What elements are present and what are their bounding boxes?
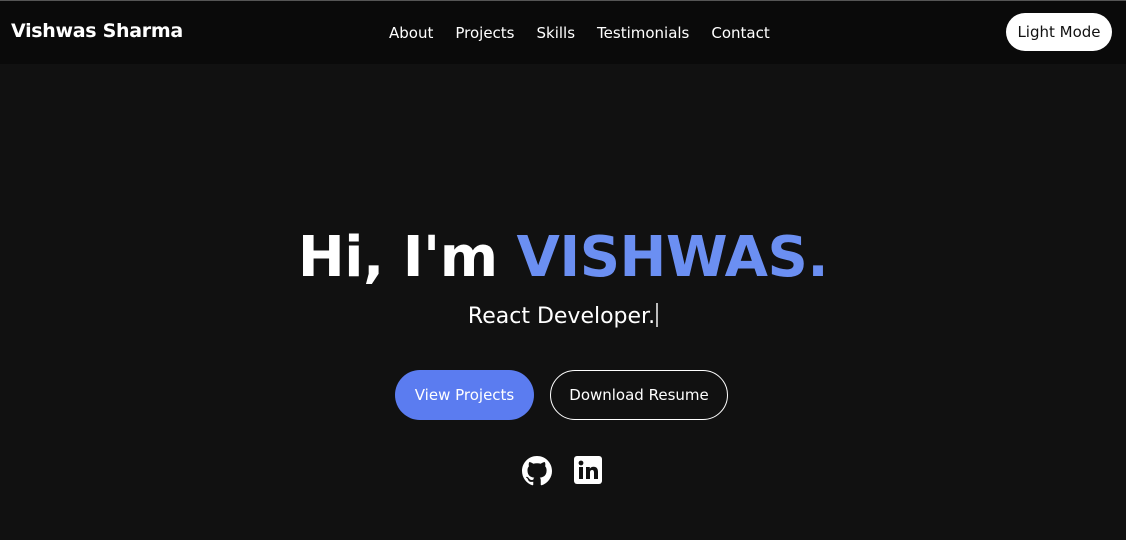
hero-role-text: React Developer. <box>467 304 656 329</box>
brand-logo-text[interactable]: Vishwas Sharma <box>11 20 183 42</box>
hero-title: Hi, I'm VISHWAS. <box>0 224 1126 292</box>
github-icon[interactable] <box>522 456 552 486</box>
linkedin-icon[interactable] <box>574 456 604 486</box>
nav-link-projects[interactable]: Projects <box>455 24 514 42</box>
hero-name: VISHWAS. <box>516 225 829 290</box>
nav-link-about[interactable]: About <box>389 24 433 42</box>
hero-greeting: Hi, I'm <box>297 225 517 290</box>
nav-link-contact[interactable]: Contact <box>711 24 769 42</box>
download-resume-button[interactable]: Download Resume <box>550 370 728 420</box>
nav-link-testimonials[interactable]: Testimonials <box>597 24 689 42</box>
site-header: Vishwas Sharma About Projects Skills Tes… <box>0 1 1126 64</box>
light-mode-toggle-button[interactable]: Light Mode <box>1006 13 1112 51</box>
nav-link-skills[interactable]: Skills <box>537 24 576 42</box>
main-nav: About Projects Skills Testimonials Conta… <box>389 24 770 42</box>
typing-cursor <box>656 303 659 327</box>
hero-role-line: React Developer. <box>0 302 1126 332</box>
view-projects-button[interactable]: View Projects <box>395 370 534 420</box>
